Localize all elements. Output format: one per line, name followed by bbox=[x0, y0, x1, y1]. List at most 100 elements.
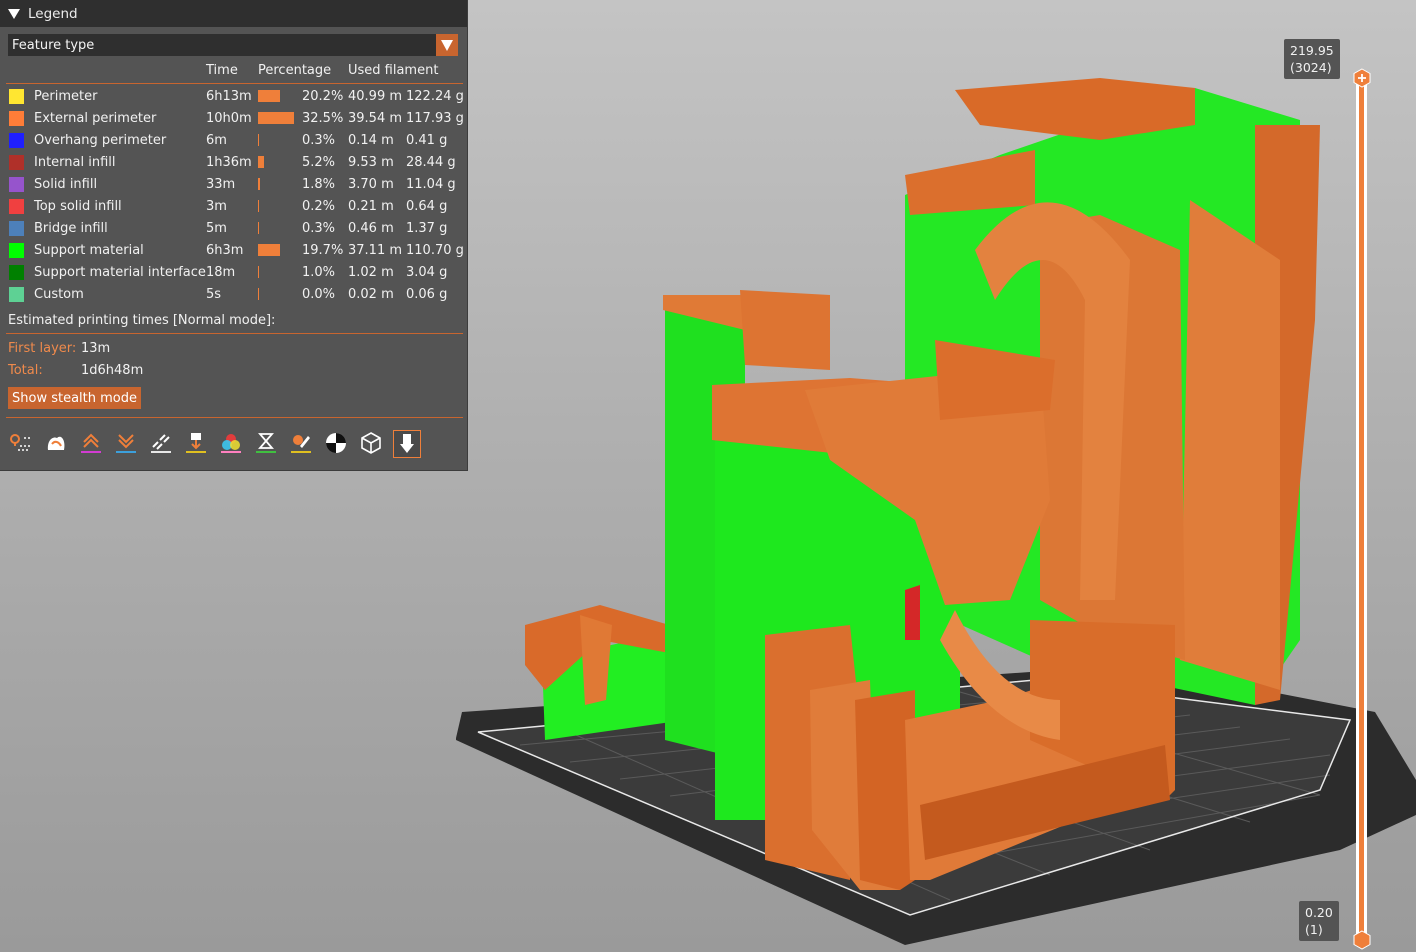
view-type-select[interactable]: Feature type bbox=[8, 34, 458, 56]
feature-name: Top solid infill bbox=[34, 199, 122, 214]
percentage-bar bbox=[258, 112, 294, 124]
feature-time: 18m bbox=[206, 265, 236, 280]
total-value: 1d6h48m bbox=[81, 363, 144, 378]
first-layer-label: First layer: bbox=[8, 341, 77, 356]
legend-item[interactable]: Overhang perimeter 6m 0.3% 0.14 m 0.41 g bbox=[0, 130, 467, 152]
percentage-bar bbox=[258, 200, 259, 212]
estimated-times-title: Estimated printing times [Normal mode]: bbox=[8, 313, 276, 328]
feature-length: 39.54 m bbox=[348, 111, 403, 126]
lower-height: 0.20 bbox=[1305, 905, 1333, 920]
column-header-used-filament: Used filament bbox=[348, 63, 439, 78]
legend-item[interactable]: Bridge infill 5m 0.3% 0.46 m 1.37 g bbox=[0, 218, 467, 240]
upper-height: 219.95 bbox=[1290, 43, 1334, 58]
legend-panel: Legend Feature type Time Percentage Used… bbox=[0, 0, 468, 471]
feature-weight: 28.44 g bbox=[406, 155, 456, 170]
travel-icon[interactable] bbox=[8, 430, 34, 456]
feature-name: Internal infill bbox=[34, 155, 116, 170]
percentage-bar bbox=[258, 90, 280, 102]
header-divider bbox=[6, 83, 463, 84]
color-swatch bbox=[9, 133, 24, 148]
color-swatch bbox=[9, 243, 24, 258]
legend-item[interactable]: Internal infill 1h36m 5.2% 9.53 m 28.44 g bbox=[0, 152, 467, 174]
column-header-percentage: Percentage bbox=[258, 63, 332, 78]
feature-time: 5s bbox=[206, 287, 222, 302]
feature-name: External perimeter bbox=[34, 111, 157, 126]
lower-layer-tooltip: 0.20 (1) bbox=[1299, 901, 1339, 941]
feature-percentage: 0.3% bbox=[302, 133, 336, 148]
color-swatch bbox=[9, 89, 24, 104]
feature-weight: 1.37 g bbox=[406, 221, 448, 236]
feature-length: 0.46 m bbox=[348, 221, 394, 236]
feature-percentage: 0.2% bbox=[302, 199, 336, 214]
feature-percentage: 32.5% bbox=[302, 111, 344, 126]
color-swatch bbox=[9, 287, 24, 302]
feature-percentage: 19.7% bbox=[302, 243, 344, 258]
dropdown-arrow-icon[interactable] bbox=[436, 34, 458, 56]
feature-time: 6m bbox=[206, 133, 227, 148]
lower-thumb-icon[interactable] bbox=[1352, 930, 1372, 950]
percentage-bar bbox=[258, 156, 264, 168]
percentage-bar bbox=[258, 288, 259, 300]
percentage-bar bbox=[258, 244, 280, 256]
tool-changes-icon[interactable] bbox=[183, 430, 209, 456]
legend-item[interactable]: Support material 6h3m 19.7% 37.11 m 110.70 g bbox=[0, 240, 467, 262]
shells-icon[interactable] bbox=[358, 430, 384, 456]
total-label: Total: bbox=[8, 363, 43, 378]
color-changes-icon[interactable] bbox=[218, 430, 244, 456]
color-swatch bbox=[9, 155, 24, 170]
legend-title: Legend bbox=[28, 5, 78, 22]
show-stealth-mode-button[interactable]: Show stealth mode bbox=[8, 387, 141, 409]
upper-thumb-icon[interactable] bbox=[1352, 68, 1372, 88]
feature-time: 10h0m bbox=[206, 111, 252, 126]
feature-weight: 0.06 g bbox=[406, 287, 448, 302]
feature-weight: 0.41 g bbox=[406, 133, 448, 148]
legend-item[interactable]: External perimeter 10h0m 32.5% 39.54 m 117.9… bbox=[0, 108, 467, 130]
feature-name: Solid infill bbox=[34, 177, 98, 192]
collapse-triangle-icon[interactable] bbox=[8, 8, 20, 19]
column-header-time: Time bbox=[206, 63, 238, 78]
color-swatch bbox=[9, 199, 24, 214]
legend-header[interactable]: Legend bbox=[0, 0, 467, 27]
tool-marker-icon[interactable] bbox=[393, 430, 421, 458]
feature-percentage: 1.8% bbox=[302, 177, 336, 192]
feature-length: 37.11 m bbox=[348, 243, 403, 258]
feature-length: 0.21 m bbox=[348, 199, 394, 214]
legend-item[interactable]: Support material interface 18m 1.0% 1.02 m 3… bbox=[0, 262, 467, 284]
pause-prints-icon[interactable] bbox=[253, 430, 279, 456]
feature-name: Custom bbox=[34, 287, 84, 302]
feature-percentage: 1.0% bbox=[302, 265, 336, 280]
legend-item[interactable]: Solid infill 33m 1.8% 3.70 m 11.04 g bbox=[0, 174, 467, 196]
percentage-bar bbox=[258, 178, 260, 190]
toolbar-divider bbox=[6, 417, 463, 418]
feature-length: 9.53 m bbox=[348, 155, 394, 170]
center-of-gravity-icon[interactable] bbox=[323, 430, 349, 456]
color-swatch bbox=[9, 221, 24, 236]
lower-layer-number: (1) bbox=[1305, 922, 1323, 937]
feature-time: 3m bbox=[206, 199, 227, 214]
legend-item[interactable]: Perimeter 6h13m 20.2% 40.99 m 122.24 g bbox=[0, 86, 467, 108]
feature-time: 5m bbox=[206, 221, 227, 236]
retractions-icon[interactable] bbox=[78, 430, 104, 456]
feature-percentage: 0.3% bbox=[302, 221, 336, 236]
color-swatch bbox=[9, 177, 24, 192]
feature-length: 3.70 m bbox=[348, 177, 394, 192]
first-layer-value: 13m bbox=[81, 341, 111, 356]
feature-name: Bridge infill bbox=[34, 221, 108, 236]
legend-item[interactable]: Top solid infill 3m 0.2% 0.21 m 0.64 g bbox=[0, 196, 467, 218]
feature-time: 6h3m bbox=[206, 243, 244, 258]
feature-length: 40.99 m bbox=[348, 89, 403, 104]
wipe-icon[interactable] bbox=[43, 430, 69, 456]
deretractions-icon[interactable] bbox=[113, 430, 139, 456]
feature-percentage: 20.2% bbox=[302, 89, 344, 104]
seams-icon[interactable] bbox=[148, 430, 174, 456]
upper-layer-number: (3024) bbox=[1290, 60, 1332, 75]
feature-weight: 11.04 g bbox=[406, 177, 456, 192]
feature-weight: 117.93 g bbox=[406, 111, 464, 126]
feature-length: 0.14 m bbox=[348, 133, 394, 148]
feature-name: Perimeter bbox=[34, 89, 98, 104]
custom-gcodes-icon[interactable] bbox=[288, 430, 314, 456]
legend-item[interactable]: Custom 5s 0.0% 0.02 m 0.06 g bbox=[0, 284, 467, 306]
feature-name: Support material bbox=[34, 243, 144, 258]
feature-name: Support material interface bbox=[34, 265, 206, 280]
upper-layer-tooltip: 219.95 (3024) bbox=[1284, 39, 1340, 79]
